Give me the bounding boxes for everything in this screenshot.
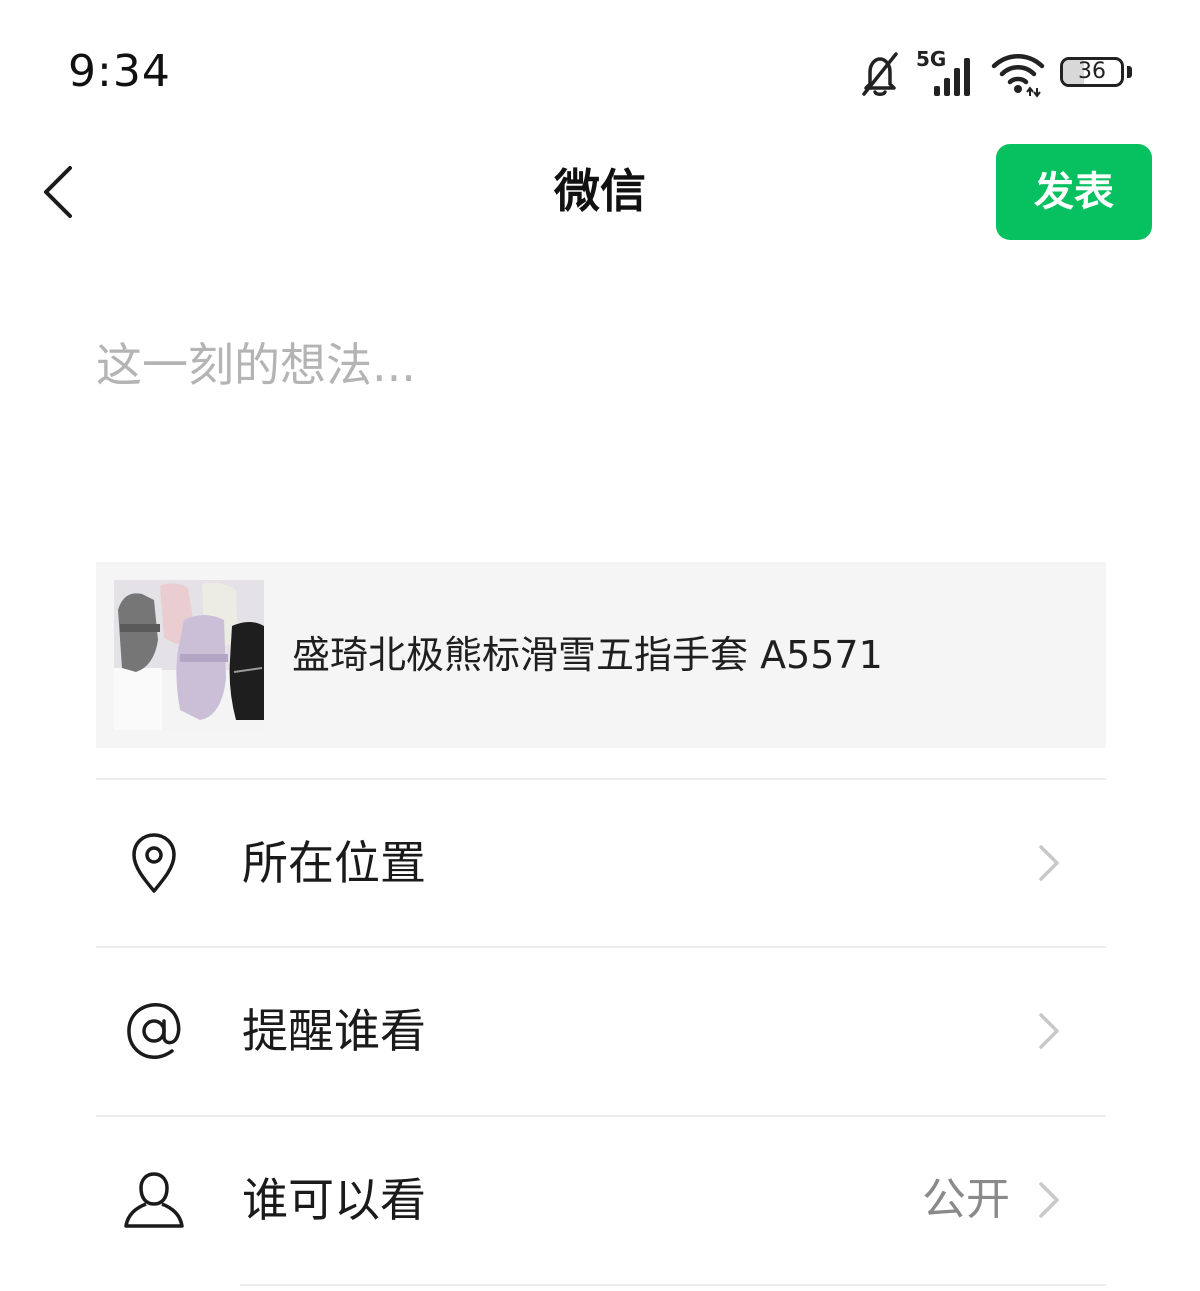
option-location[interactable]: 所在位置: [96, 779, 1106, 947]
option-label: 提醒谁看: [242, 1004, 426, 1058]
signal-icon: 5G: [916, 48, 976, 100]
status-time: 9:34: [68, 46, 171, 97]
battery-icon: 36: [1060, 57, 1134, 91]
option-label: 谁可以看: [242, 1173, 426, 1227]
option-mention[interactable]: 提醒谁看: [96, 947, 1106, 1115]
chevron-left-icon: [44, 166, 72, 218]
shared-link-title: 盛琦北极熊标滑雪五指手套 A5571: [292, 633, 883, 677]
wifi-icon: [990, 50, 1046, 98]
shared-link-card[interactable]: 盛琦北极熊标滑雪五指手套 A5571: [96, 562, 1106, 748]
visibility-value: 公开: [922, 1174, 1010, 1225]
divider: [240, 1284, 1106, 1286]
option-label: 所在位置: [242, 836, 426, 890]
chevron-right-icon: [1036, 1180, 1062, 1220]
product-thumbnail: [114, 580, 264, 730]
chevron-right-icon: [1036, 1011, 1062, 1051]
option-visibility[interactable]: 谁可以看 公开: [96, 1116, 1106, 1284]
page-title: 微信: [554, 164, 646, 218]
back-button[interactable]: [34, 160, 94, 224]
person-icon: [122, 1168, 186, 1232]
battery-level: 36: [1078, 59, 1106, 84]
chevron-right-icon: [1036, 843, 1062, 883]
at-sign-icon: [122, 999, 186, 1063]
bell-muted-icon: [858, 50, 902, 98]
status-bar: 9:34 5G 36: [0, 0, 1200, 140]
publish-button[interactable]: 发表: [996, 144, 1152, 240]
location-pin-icon: [122, 831, 186, 895]
post-text-input[interactable]: [96, 330, 1106, 530]
status-icons: 5G 36: [858, 44, 1134, 104]
